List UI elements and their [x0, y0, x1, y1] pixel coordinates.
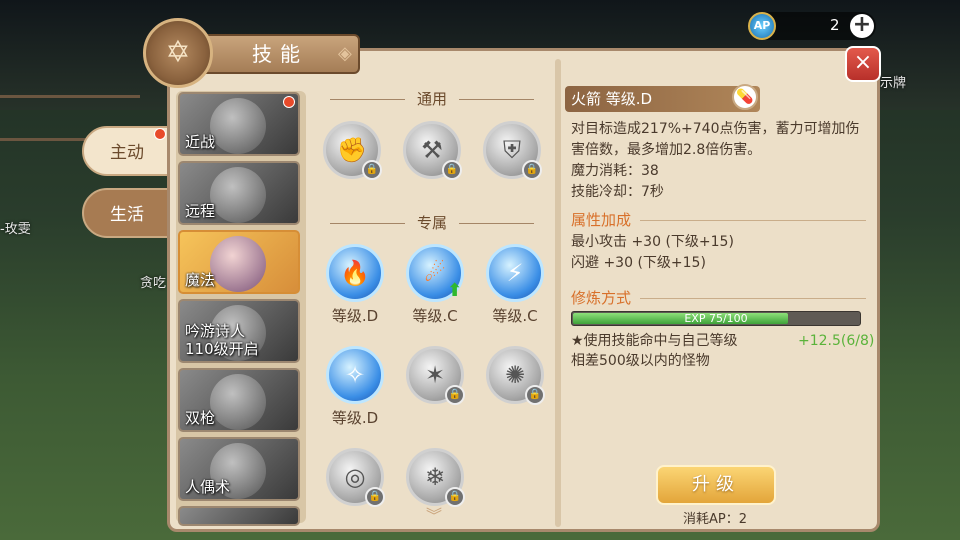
class-label: 魔法	[185, 271, 216, 289]
attribute-bonus-line: 闪避 +30 (下级+15)	[571, 255, 706, 271]
ap-value: 2	[830, 16, 840, 34]
add-ap-button[interactable]: +	[850, 14, 874, 38]
skill-lightning[interactable]: ⚡	[486, 244, 544, 302]
skill-shield[interactable]: ⛨ 🔒	[483, 121, 542, 180]
skill-level: 等级.C	[492, 307, 538, 325]
skill-level: 等级.D	[331, 409, 379, 427]
exp-progress-bar: EXP 75/100	[571, 311, 861, 326]
dual-guns-portrait-icon	[210, 374, 266, 430]
magic-portrait-icon	[210, 236, 266, 292]
panel-divider	[555, 59, 561, 527]
title-ornament-icon: ◈	[338, 43, 352, 64]
divider	[640, 220, 866, 221]
chevron-down-icon[interactable]: ︾	[422, 508, 446, 524]
upgrade-button[interactable]: 升级	[656, 465, 776, 505]
potion-icon[interactable]: 💊	[732, 84, 758, 110]
section-common: 通用	[312, 88, 552, 110]
class-card-ranged[interactable]: 远程	[178, 161, 300, 225]
skill-fist[interactable]: ✊ 🔒	[323, 121, 382, 180]
training-description: 相差500级以内的怪物	[571, 353, 710, 369]
class-card-magic[interactable]: 魔法	[178, 230, 300, 294]
skill-arcane-bolt[interactable]: ✧	[326, 346, 384, 404]
skill-frost[interactable]: ❄ 🔒	[406, 448, 465, 507]
upgrade-cost: 消耗AP：2	[682, 512, 747, 527]
tab-label: 生活	[110, 205, 144, 225]
mana-cost: 魔力消耗：38	[571, 163, 659, 179]
skill-figure[interactable]: ✶ 🔒	[406, 346, 465, 405]
lock-icon: 🔒	[365, 487, 385, 507]
skill-meteor[interactable]: ☄ ⬆	[406, 244, 464, 302]
skill-detail-title: 火箭 等级.D	[565, 86, 760, 112]
skill-level: 等级.D	[331, 307, 379, 325]
close-button[interactable]: ×	[845, 46, 881, 82]
section-exclusive-label: 专属	[416, 214, 447, 232]
divider	[640, 298, 866, 299]
cooldown: 技能冷却：7秒	[571, 184, 664, 200]
upgrade-available-icon: ⬆	[447, 280, 463, 301]
skill-orb[interactable]: ◎ 🔒	[326, 448, 385, 507]
class-card-bard[interactable]: 吟游诗人 110级开启	[178, 299, 300, 363]
lock-icon: 🔒	[522, 160, 542, 180]
skill-burst[interactable]: ✺ 🔒	[486, 346, 545, 405]
class-label: 远程	[185, 202, 216, 220]
notification-dot	[283, 96, 295, 108]
class-label: 近战	[185, 133, 216, 151]
tab-label: 主动	[110, 143, 144, 163]
section-common-label: 通用	[416, 90, 447, 108]
training-bonus: +12.5(6/8)	[798, 333, 875, 349]
skill-description-line: 害倍数，最多增加2.8倍伤害。	[571, 142, 762, 158]
class-card-puppeteer[interactable]: 人偶术	[178, 437, 300, 501]
exp-progress-text: EXP 75/100	[684, 312, 748, 325]
skill-fire-arrow[interactable]: 🔥	[326, 244, 384, 302]
class-card-melee[interactable]: 近战	[178, 92, 300, 156]
training-method-header: 修炼方式	[571, 289, 632, 307]
ap-counter: AP 2 +	[748, 12, 876, 40]
skill-description-line: 对目标造成217%+740点伤害，蓄力可增加伤	[571, 121, 860, 137]
lock-icon: 🔒	[362, 160, 382, 180]
background-label-right: 示牌	[880, 76, 907, 91]
class-label: 人偶术	[185, 478, 231, 496]
class-card-dual-guns[interactable]: 双枪	[178, 368, 300, 432]
lock-icon: 🔒	[445, 487, 465, 507]
melee-portrait-icon	[210, 98, 266, 154]
class-card-partial[interactable]	[178, 506, 300, 526]
ranged-portrait-icon	[210, 167, 266, 223]
class-label: 吟游诗人 110级开启	[185, 322, 259, 358]
background-label-left: -玫雯	[0, 222, 31, 237]
tab-life-skills[interactable]: 生活	[82, 188, 177, 238]
class-label: 双枪	[185, 409, 216, 427]
background-label-mid: 贪吃	[140, 276, 167, 291]
skill-level: 等级.C	[412, 307, 458, 325]
ap-icon: AP	[748, 12, 776, 40]
arcane-bolt-icon: ✧	[344, 361, 366, 389]
attribute-bonus-line: 最小攻击 +30 (下级+15)	[571, 234, 734, 250]
lock-icon: 🔒	[445, 385, 465, 405]
window-title: 技能	[200, 34, 360, 74]
notification-dot	[154, 128, 166, 140]
lock-icon: 🔒	[442, 160, 462, 180]
fire-arrow-icon: 🔥	[340, 259, 370, 287]
attribute-bonus-header: 属性加成	[571, 211, 632, 229]
skill-hammer[interactable]: ⚒ 🔒	[403, 121, 462, 180]
section-exclusive: 专属	[312, 212, 552, 234]
emblem-icon: ✡	[143, 18, 213, 88]
lock-icon: 🔒	[525, 385, 545, 405]
lightning-icon: ⚡	[506, 259, 524, 287]
tab-active-skills[interactable]: 主动	[82, 126, 177, 176]
